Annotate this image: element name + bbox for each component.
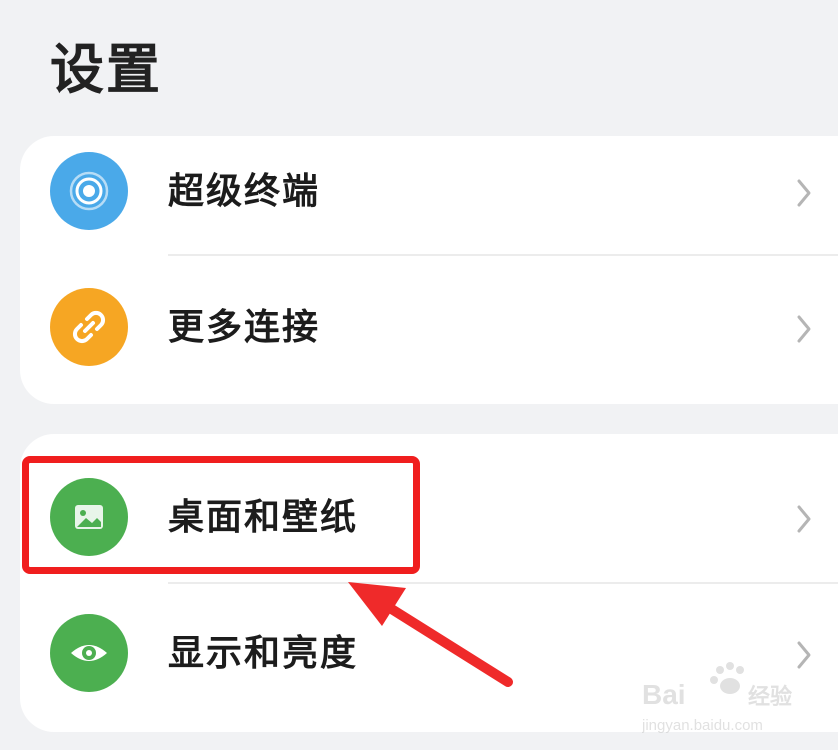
settings-item-label: 更多连接: [168, 307, 321, 348]
eye-icon: [50, 614, 128, 692]
settings-group-connections: 超级终端 更多连接: [20, 136, 838, 404]
chevron-right-icon: [797, 179, 811, 207]
annotation-highlight-box: [22, 456, 420, 574]
page-title: 设置: [50, 38, 162, 101]
super-device-icon: [50, 152, 128, 230]
settings-item-label: 超级终端: [168, 171, 321, 212]
chevron-right-icon: [797, 505, 811, 533]
link-icon: [50, 288, 128, 366]
svg-text:经验: 经验: [748, 684, 792, 710]
annotation-arrow-icon: [348, 582, 513, 687]
divider: [168, 254, 838, 256]
chevron-right-icon: [797, 315, 811, 343]
baidu-jingyan-watermark: Bai 经验 jingyan.baidu.com: [641, 660, 802, 740]
settings-item-more-connections[interactable]: 更多连接: [20, 278, 838, 378]
settings-item-label: 显示和亮度: [168, 633, 359, 674]
settings-item-super-device[interactable]: 超级终端: [20, 142, 838, 242]
svg-text:jingyan.baidu.com: jingyan.baidu.com: [642, 717, 763, 734]
svg-text:Bai: Bai: [642, 679, 686, 710]
